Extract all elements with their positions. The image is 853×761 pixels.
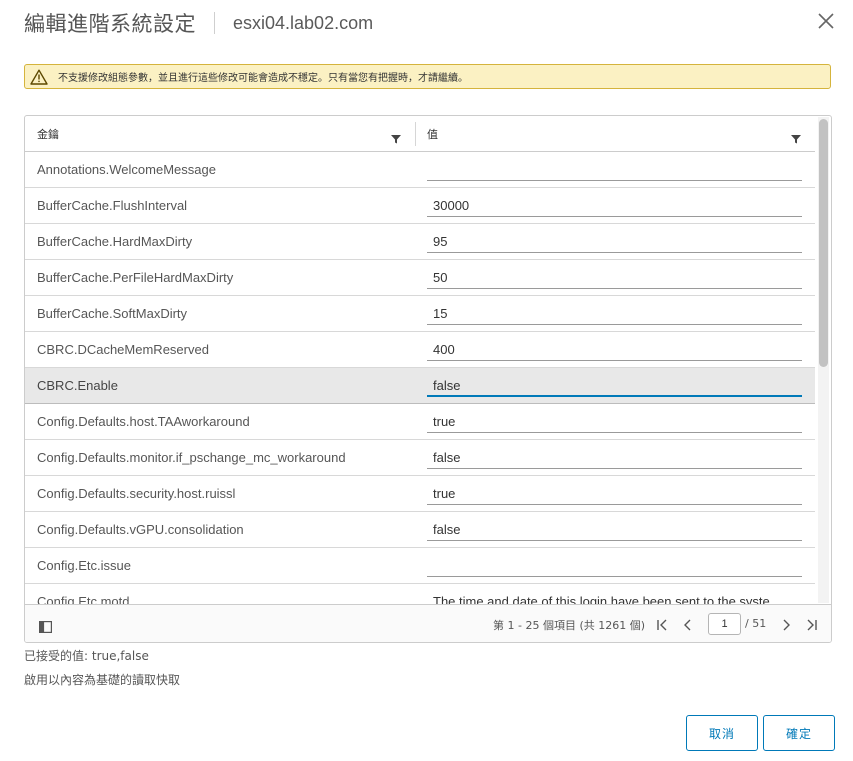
last-page-icon[interactable] [805,617,819,631]
scrollbar-thumb[interactable] [819,119,828,367]
setting-key: Config.Etc.issue [37,558,131,573]
setting-value-input[interactable] [427,267,802,289]
setting-value-input[interactable] [427,591,802,604]
setting-value-input[interactable] [427,159,802,181]
table-row[interactable]: Annotations.WelcomeMessage [25,152,815,188]
setting-key: Config.Defaults.monitor.if_pschange_mc_w… [37,450,346,465]
setting-key: CBRC.DCacheMemReserved [37,342,209,357]
pagination-summary: 第 1 - 25 個項目 (共 1261 個) [493,619,646,632]
filter-icon[interactable] [391,129,401,144]
table-row[interactable]: Config.Etc.motd [25,584,815,604]
host-name: esxi04.lab02.com [233,12,374,33]
table-row-selected[interactable]: CBRC.Enable [25,368,815,404]
ok-button[interactable]: 確定 [763,715,835,751]
table-row[interactable]: CBRC.DCacheMemReserved [25,332,815,368]
setting-value-input[interactable] [427,519,802,541]
column-header-key[interactable]: 金鑰 [37,116,407,152]
dialog-header: 編輯進階系統設定 esxi04.lab02.com [24,8,373,38]
vertical-scrollbar[interactable] [818,117,829,603]
table-row[interactable]: Config.Etc.issue [25,548,815,584]
setting-key: Config.Defaults.vGPU.consolidation [37,522,244,537]
previous-page-icon[interactable] [681,617,695,631]
table-row[interactable]: BufferCache.FlushInterval [25,188,815,224]
settings-grid: 金鑰 值 Annotations.WelcomeMessage BufferCa… [24,115,832,643]
setting-description: 啟用以內容為基礎的讀取快取 [24,673,181,687]
warning-icon [30,69,48,85]
column-label-value: 值 [427,128,438,141]
setting-value-input[interactable] [427,447,802,469]
dialog-title: 編輯進階系統設定 [24,12,196,36]
table-row[interactable]: Config.Defaults.monitor.if_pschange_mc_w… [25,440,815,476]
grid-body: Annotations.WelcomeMessage BufferCache.F… [25,152,815,604]
page-number-input[interactable] [708,613,741,635]
warning-text: 不支援修改組態參數，並且進行這些修改可能會造成不穩定。只有當您有把握時，才請繼續… [58,73,468,84]
column-header-value[interactable]: 值 [427,116,807,152]
setting-value-input[interactable] [427,231,802,253]
close-icon[interactable] [815,10,837,32]
page-total: / 51 [745,617,767,630]
column-toggle-icon[interactable] [39,618,53,634]
setting-key: Config.Defaults.security.host.ruissl [37,486,236,501]
setting-value-input[interactable] [427,339,802,361]
column-label-key: 金鑰 [37,128,59,141]
setting-value-input[interactable] [427,483,802,505]
setting-key: Annotations.WelcomeMessage [37,162,216,177]
table-row[interactable]: BufferCache.PerFileHardMaxDirty [25,260,815,296]
setting-value-input[interactable] [427,375,802,397]
setting-value-input[interactable] [427,555,802,577]
setting-value-input[interactable] [427,411,802,433]
setting-key: BufferCache.SoftMaxDirty [37,306,188,321]
next-page-icon[interactable] [779,617,793,631]
table-row[interactable]: Config.Defaults.vGPU.consolidation [25,512,815,548]
first-page-icon[interactable] [655,617,669,631]
cancel-button[interactable]: 取消 [686,715,758,751]
table-row[interactable]: BufferCache.SoftMaxDirty [25,296,815,332]
setting-key: Config.Defaults.host.TAAworkaround [37,414,250,429]
setting-key: Config.Etc.motd [37,594,130,604]
setting-value-input[interactable] [427,303,802,325]
grid-footer: 第 1 - 25 個項目 (共 1261 個) / 51 [25,604,831,642]
title-divider [214,12,215,34]
grid-header: 金鑰 值 [25,116,815,152]
filter-icon[interactable] [791,129,801,144]
warning-banner: 不支援修改組態參數，並且進行這些修改可能會造成不穩定。只有當您有把握時，才請繼續… [24,64,831,89]
table-row[interactable]: BufferCache.HardMaxDirty [25,224,815,260]
setting-key: CBRC.Enable [37,378,118,393]
column-divider[interactable] [415,122,416,146]
setting-key: BufferCache.HardMaxDirty [37,234,193,249]
setting-value-input[interactable] [427,195,802,217]
accepted-values-text: 已接受的值: true,false [24,649,149,663]
table-row[interactable]: Config.Defaults.security.host.ruissl [25,476,815,512]
setting-key: BufferCache.PerFileHardMaxDirty [37,270,234,285]
setting-key: BufferCache.FlushInterval [37,198,188,213]
table-row[interactable]: Config.Defaults.host.TAAworkaround [25,404,815,440]
